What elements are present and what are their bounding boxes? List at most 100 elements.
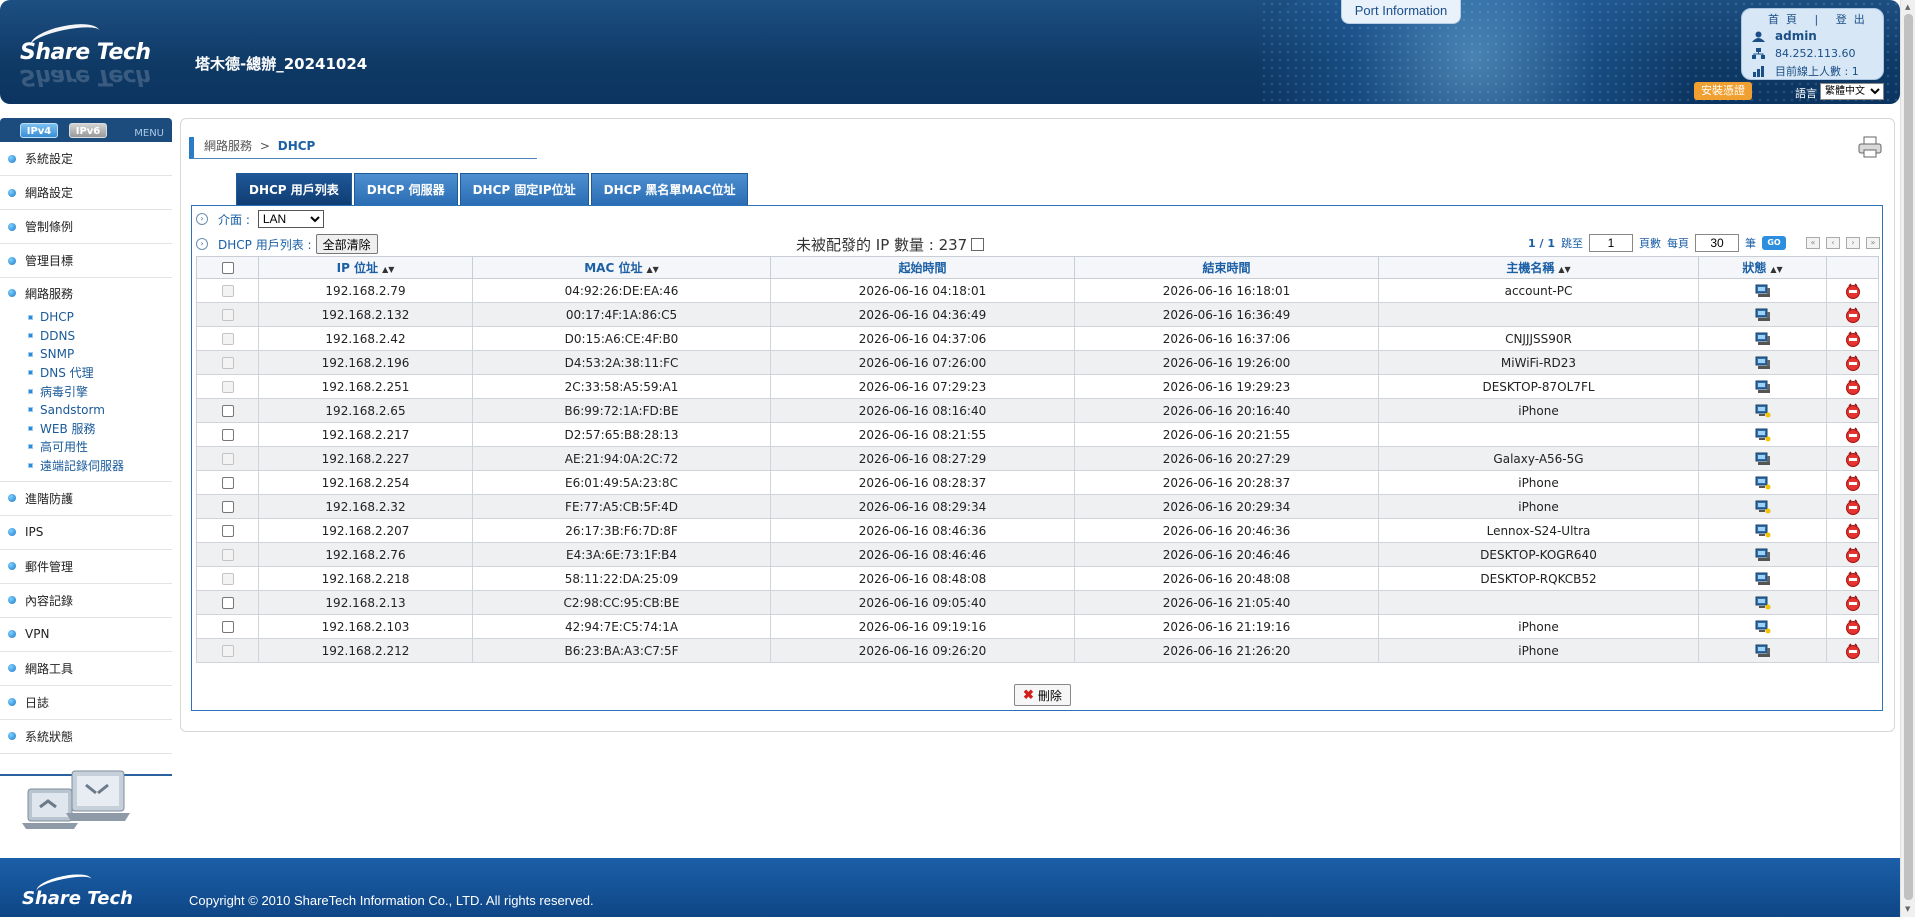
submenu-item-dhcp[interactable]: DHCP bbox=[28, 308, 172, 327]
computer-dynamic-icon[interactable] bbox=[1755, 524, 1771, 538]
delete-icon[interactable] bbox=[1845, 426, 1861, 443]
prev-page-icon[interactable]: ‹ bbox=[1826, 237, 1840, 249]
clear-all-button[interactable]: 全部清除 bbox=[315, 234, 378, 254]
computer-icon[interactable] bbox=[1755, 452, 1771, 466]
tab-dhcp-fixed-ip[interactable]: DHCP 固定IP位址 bbox=[459, 173, 589, 205]
sidebar-item-objects[interactable]: 管理目標 bbox=[0, 244, 172, 278]
row-checkbox[interactable] bbox=[221, 621, 234, 633]
ip-header[interactable]: IP 位址 ▲▼ bbox=[258, 256, 473, 279]
select-all-checkbox[interactable] bbox=[221, 262, 234, 274]
delete-icon[interactable] bbox=[1845, 330, 1861, 347]
delete-icon[interactable] bbox=[1845, 306, 1861, 323]
row-checkbox[interactable] bbox=[221, 405, 234, 417]
tab-dhcp-server[interactable]: DHCP 伺服器 bbox=[353, 173, 458, 205]
computer-dynamic-icon[interactable] bbox=[1755, 404, 1771, 418]
sidebar-item-network-settings[interactable]: 網路設定 bbox=[0, 176, 172, 210]
ip-cell: 192.168.2.218 bbox=[258, 566, 473, 591]
delete-icon[interactable] bbox=[1845, 282, 1861, 299]
delete-icon[interactable] bbox=[1845, 402, 1861, 419]
row-checkbox[interactable] bbox=[221, 525, 234, 537]
port-information-tab[interactable]: Port Information bbox=[1341, 0, 1461, 24]
delete-icon[interactable] bbox=[1845, 498, 1861, 515]
delete-icon[interactable] bbox=[1845, 642, 1861, 659]
row-checkbox[interactable] bbox=[221, 597, 234, 609]
submenu-item-ddns[interactable]: DDNS bbox=[28, 327, 172, 346]
per-page-input[interactable] bbox=[1695, 234, 1739, 252]
sidebar-item-vpn[interactable]: VPN bbox=[0, 618, 172, 652]
computer-dynamic-icon[interactable] bbox=[1755, 596, 1771, 610]
row-checkbox[interactable] bbox=[221, 477, 234, 489]
home-logout-links[interactable]: 首頁 | 登出 bbox=[1768, 11, 1872, 27]
delete-icon[interactable] bbox=[1845, 570, 1861, 587]
computer-dynamic-icon[interactable] bbox=[1755, 428, 1771, 442]
computer-dynamic-icon[interactable] bbox=[1755, 476, 1771, 490]
delete-icon[interactable] bbox=[1845, 546, 1861, 563]
delete-button[interactable]: ✖ 刪除 bbox=[1014, 684, 1071, 706]
row-checkbox[interactable] bbox=[221, 501, 234, 513]
vertical-scrollbar[interactable]: ▲ ▼ bbox=[1900, 0, 1915, 917]
sidebar-item-advanced-protection[interactable]: 進階防護 bbox=[0, 482, 172, 516]
status-header[interactable]: 狀態 ▲▼ bbox=[1698, 256, 1827, 279]
sidebar-item-ips[interactable]: IPS bbox=[0, 516, 172, 550]
computer-icon[interactable] bbox=[1755, 308, 1771, 322]
submenu-item-virus-engine[interactable]: 病毒引擎 bbox=[28, 382, 172, 401]
row-checkbox[interactable] bbox=[221, 429, 234, 441]
delete-icon[interactable] bbox=[1845, 354, 1861, 371]
submenu-item-web-service[interactable]: WEB 服務 bbox=[28, 419, 172, 438]
delete-icon[interactable] bbox=[1845, 378, 1861, 395]
computer-icon[interactable] bbox=[1755, 644, 1771, 658]
computer-icon[interactable] bbox=[1755, 572, 1771, 586]
last-page-icon[interactable]: » bbox=[1866, 237, 1880, 249]
hostname-header[interactable]: 主機名稱 ▲▼ bbox=[1378, 256, 1699, 279]
submenu-item-sandstorm[interactable]: Sandstorm bbox=[28, 401, 172, 420]
computer-dynamic-icon[interactable] bbox=[1755, 620, 1771, 634]
computer-icon[interactable] bbox=[1755, 356, 1771, 370]
sidebar-item-system-status[interactable]: 系統狀態 bbox=[0, 720, 172, 754]
delete-icon[interactable] bbox=[1845, 594, 1861, 611]
computer-icon[interactable] bbox=[1755, 284, 1771, 298]
scrollbar-thumb[interactable] bbox=[1904, 14, 1913, 900]
delete-icon[interactable] bbox=[1845, 474, 1861, 491]
square-bullet-icon bbox=[28, 444, 33, 450]
next-page-icon[interactable]: › bbox=[1846, 237, 1860, 249]
submenu-item-dns-proxy[interactable]: DNS 代理 bbox=[28, 364, 172, 383]
sidebar-item-network-services[interactable]: 網路服務 bbox=[0, 278, 172, 308]
interface-select[interactable]: LAN bbox=[257, 210, 324, 228]
submenu-item-snmp[interactable]: SNMP bbox=[28, 345, 172, 364]
mac-header[interactable]: MAC 位址 ▲▼ bbox=[472, 256, 771, 279]
delete-x-icon: ✖ bbox=[1023, 687, 1034, 702]
ipv6-tab[interactable]: IPv6 bbox=[69, 123, 107, 138]
breadcrumb-parent[interactable]: 網路服務 bbox=[204, 139, 252, 153]
sidebar-item-logs[interactable]: 日誌 bbox=[0, 686, 172, 720]
first-page-icon[interactable]: « bbox=[1806, 237, 1820, 249]
computer-icon[interactable] bbox=[1755, 332, 1771, 346]
go-button[interactable]: GO bbox=[1762, 236, 1786, 250]
install-cert-button[interactable]: 安裝憑證 bbox=[1694, 82, 1752, 100]
bullet-icon bbox=[8, 528, 16, 536]
submenu-item-high-availability[interactable]: 高可用性 bbox=[28, 438, 172, 457]
delete-icon[interactable] bbox=[1845, 618, 1861, 635]
status-cell bbox=[1698, 638, 1827, 663]
sidebar-item-content-record[interactable]: 內容記錄 bbox=[0, 584, 172, 618]
language-select[interactable]: 繁體中文 bbox=[1820, 83, 1884, 100]
jump-page-input[interactable] bbox=[1589, 234, 1633, 252]
mac-cell: D2:57:65:B8:28:13 bbox=[472, 422, 771, 447]
delete-icon[interactable] bbox=[1845, 522, 1861, 539]
sidebar-item-network-tools[interactable]: 網路工具 bbox=[0, 652, 172, 686]
mac-cell: AE:21:94:0A:2C:72 bbox=[472, 446, 771, 471]
sharetech-logo[interactable]: Share Tech Share Tech bbox=[20, 18, 151, 89]
submenu-item-remote-syslog[interactable]: 遠端記錄伺服器 bbox=[28, 456, 172, 475]
sidebar-item-policy[interactable]: 管制條例 bbox=[0, 210, 172, 244]
sidebar-item-system-settings[interactable]: 系統設定 bbox=[0, 142, 172, 176]
print-icon[interactable] bbox=[1858, 136, 1882, 158]
document-icon[interactable] bbox=[971, 238, 985, 251]
tab-dhcp-mac-blacklist[interactable]: DHCP 黑名單MAC位址 bbox=[590, 173, 749, 205]
ip-cell: 192.168.2.13 bbox=[258, 590, 473, 615]
delete-icon[interactable] bbox=[1845, 450, 1861, 467]
computer-icon[interactable] bbox=[1755, 380, 1771, 394]
ipv4-tab[interactable]: IPv4 bbox=[20, 123, 58, 138]
computer-dynamic-icon[interactable] bbox=[1755, 500, 1771, 514]
sidebar-item-mail[interactable]: 郵件管理 bbox=[0, 550, 172, 584]
tab-dhcp-client-list[interactable]: DHCP 用戶列表 bbox=[236, 173, 352, 205]
computer-icon[interactable] bbox=[1755, 548, 1771, 562]
